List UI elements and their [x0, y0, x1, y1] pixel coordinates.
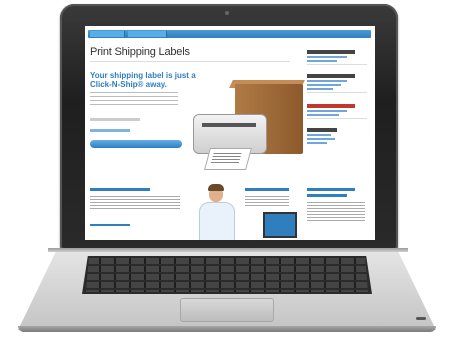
sidebar-title	[307, 50, 355, 54]
promo-heading	[307, 194, 347, 197]
promo-text	[90, 196, 180, 210]
laptop-screen: Print Shipping Labels Your shipping labe…	[85, 26, 375, 240]
laptop-lid: Print Shipping Labels Your shipping labe…	[60, 4, 398, 250]
site-nav-bar	[88, 30, 371, 38]
sidebar-title	[307, 104, 355, 108]
sidebar-rule	[307, 118, 367, 119]
promo-heading	[90, 188, 150, 191]
hero-button	[90, 140, 182, 148]
hero-link	[90, 129, 130, 132]
sleep-indicator	[416, 317, 426, 320]
title-divider	[90, 61, 290, 62]
sidebar-link	[307, 56, 347, 58]
sidebar-link	[307, 88, 333, 90]
promo-text	[307, 202, 365, 222]
laptop-front-edge	[18, 326, 436, 332]
sidebar-link	[307, 142, 327, 144]
sidebar-title	[307, 74, 355, 78]
trackpad	[180, 298, 274, 322]
person-photo	[197, 184, 237, 240]
sidebar-block-3	[307, 104, 367, 119]
sidebar-rule	[307, 92, 367, 93]
sidebar-rule	[307, 64, 367, 65]
printer-slot	[202, 123, 256, 127]
sidebar-link	[307, 80, 347, 82]
label-paper	[204, 148, 252, 170]
hero-label	[90, 118, 140, 121]
promo-text	[245, 196, 289, 206]
sidebar-link	[307, 84, 341, 86]
nav-tab-2	[128, 31, 167, 37]
sidebar-block-2	[307, 74, 367, 93]
hero-headline: Your shipping label is just a Click-N-Sh…	[90, 71, 196, 89]
page-title: Print Shipping Labels	[90, 46, 190, 58]
nav-tab-1	[90, 31, 125, 37]
sidebar-block-4	[307, 128, 367, 146]
sidebar-link	[307, 114, 339, 116]
nav-tab-3	[170, 31, 370, 37]
sidebar-link	[307, 138, 335, 140]
laptop-illustration: Print Shipping Labels Your shipping labe…	[0, 0, 454, 347]
promo-heading	[307, 188, 355, 191]
camera-icon	[225, 11, 229, 15]
sidebar-title	[307, 128, 337, 132]
sidebar-link	[307, 134, 331, 136]
promo-heading	[245, 188, 289, 191]
sidebar-link	[307, 110, 347, 112]
sidebar-block-1	[307, 50, 367, 65]
label-lines	[210, 153, 242, 163]
person-hair	[208, 184, 224, 191]
laptop-hinge	[48, 248, 408, 252]
promo-link	[90, 224, 130, 226]
keyboard-keys	[86, 258, 368, 292]
sidebar-link	[307, 60, 337, 62]
hero-body-text	[90, 92, 178, 108]
monitor-illustration	[263, 212, 297, 238]
person-torso	[199, 202, 235, 240]
